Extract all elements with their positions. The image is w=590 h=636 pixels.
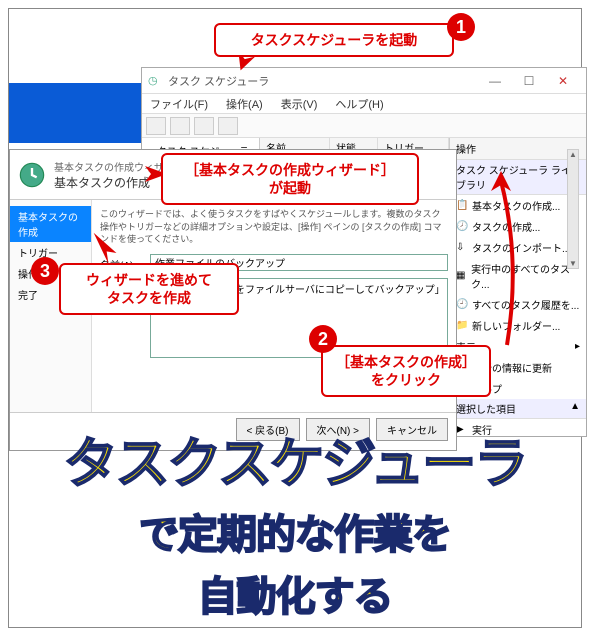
scrollbar-vertical[interactable] (567, 149, 579, 269)
window-title: タスク スケジューラ (168, 73, 478, 89)
callout-num-3: 3 (31, 257, 59, 285)
headline-line-1: タスクスケジューラ (9, 419, 581, 498)
toolbar-refresh-icon[interactable] (194, 117, 214, 135)
maximize-button[interactable]: ☐ (512, 70, 546, 92)
toolbar-back-icon[interactable] (146, 117, 166, 135)
wizard-icon: 📋 (456, 200, 468, 212)
history-icon: 🕘 (456, 299, 468, 311)
headline-line-2: で定期的な作業を (9, 502, 581, 560)
list-icon: ▦ (456, 270, 467, 282)
selected-section: 選択した項目▲ (450, 399, 586, 419)
arrow-icon (87, 231, 127, 267)
wizard-description: このウィザードでは、よく使うタスクをすばやくスケジュールします。複数のタスク操作… (100, 208, 448, 246)
callout-4: ［基本タスクの作成］ をクリック (321, 345, 491, 397)
wizard-clock-icon (18, 161, 46, 189)
task-icon: 🕗 (456, 221, 468, 233)
callout-1: タスクスケジューラを起動 (214, 23, 454, 57)
toolbar (142, 114, 586, 138)
menu-file[interactable]: ファイル(F) (146, 94, 212, 113)
menu-view[interactable]: 表示(V) (277, 94, 322, 113)
wizard-step-basic[interactable]: 基本タスクの作成 (10, 206, 91, 242)
actions-header: 操作 (450, 138, 586, 160)
arrow-icon (487, 169, 527, 349)
folder-icon: 📁 (456, 320, 468, 332)
titlebar: ◷ タスク スケジューラ — ☐ ✕ (142, 68, 586, 94)
headline: タスクスケジューラ で定期的な作業を 自動化する (9, 419, 581, 622)
chevron-right-icon: ▸ (575, 341, 580, 352)
minimize-button[interactable]: — (478, 70, 512, 92)
clock-icon: ◷ (148, 74, 162, 88)
chevron-up-icon[interactable]: ▲ (570, 401, 580, 412)
menubar: ファイル(F) 操作(A) 表示(V) ヘルプ(H) (142, 94, 586, 114)
toolbar-forward-icon[interactable] (170, 117, 190, 135)
toolbar-help-icon[interactable] (218, 117, 238, 135)
menu-help[interactable]: ヘルプ(H) (331, 94, 387, 113)
callout-2: ［基本タスクの作成ウィザード］ が起動 (161, 153, 419, 205)
callout-num-2: 2 (309, 325, 337, 353)
import-icon: ⇩ (456, 242, 468, 254)
callout-3: ウィザードを進めて タスクを作成 (59, 263, 239, 315)
callout-num-1: 1 (447, 13, 475, 41)
close-button[interactable]: ✕ (546, 70, 580, 92)
headline-line-3: 自動化する (9, 564, 581, 622)
menu-action[interactable]: 操作(A) (222, 94, 267, 113)
